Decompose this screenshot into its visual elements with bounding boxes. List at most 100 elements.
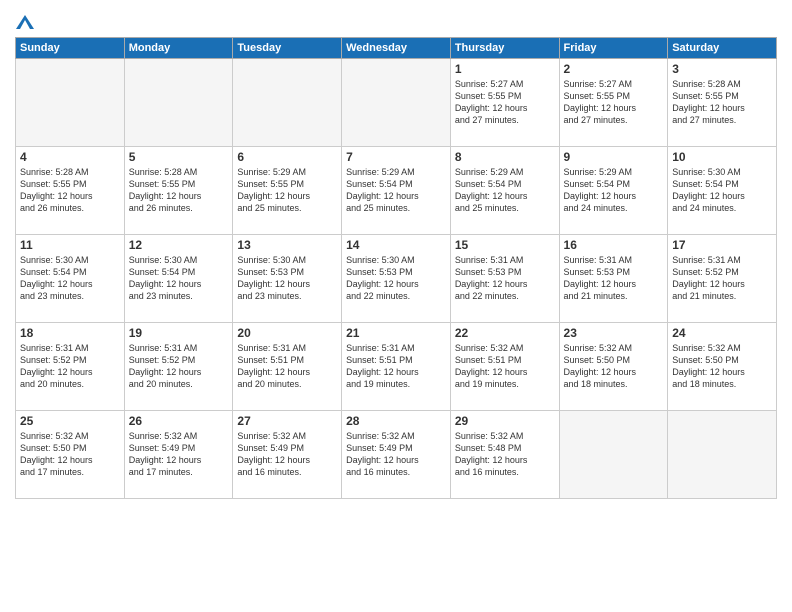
- calendar-cell: 17Sunrise: 5:31 AM Sunset: 5:52 PM Dayli…: [668, 234, 777, 322]
- day-number: 1: [455, 62, 555, 76]
- calendar-cell: 1 Sunrise: 5:27 AM Sunset: 5:55 PM Daylig…: [450, 58, 559, 146]
- calendar-cell: 21 Sunrise: 5:31 AM Sunset: 5:51 PM Dayli…: [342, 322, 451, 410]
- calendar-cell: 22Sunrise: 5:32 AM Sunset: 5:51 PM Dayli…: [450, 322, 559, 410]
- day-number: 6: [237, 150, 337, 164]
- calendar-cell: 29Sunrise: 5:32 AM Sunset: 5:48 PM Dayli…: [450, 410, 559, 498]
- day-info: Sunrise: 5:30 AM Sunset: 5:54 PM Dayligh…: [20, 254, 120, 303]
- calendar-cell: 15Sunrise: 5:31 AM Sunset: 5:53 PM Dayli…: [450, 234, 559, 322]
- calendar-cell: 9 Sunrise: 5:29 AM Sunset: 5:54 PM Daylig…: [559, 146, 668, 234]
- day-number: 4: [20, 150, 120, 164]
- weekday-header-wednesday: Wednesday: [342, 37, 451, 58]
- day-info: Sunrise: 5:31 AM Sunset: 5:52 PM Dayligh…: [20, 342, 120, 391]
- calendar-cell: 6 Sunrise: 5:29 AM Sunset: 5:55 PM Daylig…: [233, 146, 342, 234]
- day-number: 24: [672, 326, 772, 340]
- calendar-cell: 14Sunrise: 5:30 AM Sunset: 5:53 PM Dayli…: [342, 234, 451, 322]
- day-number: 28: [346, 414, 446, 428]
- page-container: SundayMondayTuesdayWednesdayThursdayFrid…: [0, 0, 792, 509]
- calendar-cell: [342, 58, 451, 146]
- calendar-cell: 8 Sunrise: 5:29 AM Sunset: 5:54 PM Daylig…: [450, 146, 559, 234]
- week-row-1: 4 Sunrise: 5:28 AM Sunset: 5:55 PM Daylig…: [16, 146, 777, 234]
- day-info: Sunrise: 5:32 AM Sunset: 5:49 PM Dayligh…: [237, 430, 337, 479]
- day-number: 21: [346, 326, 446, 340]
- day-number: 18: [20, 326, 120, 340]
- day-number: 26: [129, 414, 229, 428]
- calendar-cell: 16 Sunrise: 5:31 AM Sunset: 5:53 PM Dayli…: [559, 234, 668, 322]
- day-number: 27: [237, 414, 337, 428]
- week-row-4: 25 Sunrise: 5:32 AM Sunset: 5:50 PM Dayli…: [16, 410, 777, 498]
- day-info: Sunrise: 5:29 AM Sunset: 5:54 PM Dayligh…: [346, 166, 446, 215]
- day-info: Sunrise: 5:29 AM Sunset: 5:55 PM Dayligh…: [237, 166, 337, 215]
- weekday-header-row: SundayMondayTuesdayWednesdayThursdayFrid…: [16, 37, 777, 58]
- logo-icon: [16, 15, 34, 29]
- week-row-0: 1 Sunrise: 5:27 AM Sunset: 5:55 PM Daylig…: [16, 58, 777, 146]
- calendar-cell: 18 Sunrise: 5:31 AM Sunset: 5:52 PM Dayli…: [16, 322, 125, 410]
- calendar-cell: 12 Sunrise: 5:30 AM Sunset: 5:54 PM Dayli…: [124, 234, 233, 322]
- day-info: Sunrise: 5:32 AM Sunset: 5:51 PM Dayligh…: [455, 342, 555, 391]
- day-number: 17: [672, 238, 772, 252]
- calendar-cell: 25 Sunrise: 5:32 AM Sunset: 5:50 PM Dayli…: [16, 410, 125, 498]
- week-row-3: 18 Sunrise: 5:31 AM Sunset: 5:52 PM Dayli…: [16, 322, 777, 410]
- calendar-cell: 13 Sunrise: 5:30 AM Sunset: 5:53 PM Dayli…: [233, 234, 342, 322]
- day-number: 3: [672, 62, 772, 76]
- day-info: Sunrise: 5:31 AM Sunset: 5:51 PM Dayligh…: [346, 342, 446, 391]
- logo: [15, 14, 34, 31]
- calendar-cell: [668, 410, 777, 498]
- day-info: Sunrise: 5:27 AM Sunset: 5:55 PM Dayligh…: [564, 78, 664, 127]
- header: [15, 10, 777, 31]
- calendar-cell: [124, 58, 233, 146]
- calendar-cell: 2 Sunrise: 5:27 AM Sunset: 5:55 PM Daylig…: [559, 58, 668, 146]
- calendar-cell: 20Sunrise: 5:31 AM Sunset: 5:51 PM Dayli…: [233, 322, 342, 410]
- day-info: Sunrise: 5:30 AM Sunset: 5:53 PM Dayligh…: [346, 254, 446, 303]
- day-number: 25: [20, 414, 120, 428]
- weekday-header-saturday: Saturday: [668, 37, 777, 58]
- day-info: Sunrise: 5:29 AM Sunset: 5:54 PM Dayligh…: [455, 166, 555, 215]
- day-info: Sunrise: 5:32 AM Sunset: 5:50 PM Dayligh…: [20, 430, 120, 479]
- calendar-cell: 5 Sunrise: 5:28 AM Sunset: 5:55 PM Daylig…: [124, 146, 233, 234]
- day-info: Sunrise: 5:31 AM Sunset: 5:53 PM Dayligh…: [564, 254, 664, 303]
- day-info: Sunrise: 5:32 AM Sunset: 5:50 PM Dayligh…: [564, 342, 664, 391]
- week-row-2: 11Sunrise: 5:30 AM Sunset: 5:54 PM Dayli…: [16, 234, 777, 322]
- day-info: Sunrise: 5:28 AM Sunset: 5:55 PM Dayligh…: [20, 166, 120, 215]
- day-number: 23: [564, 326, 664, 340]
- day-info: Sunrise: 5:31 AM Sunset: 5:51 PM Dayligh…: [237, 342, 337, 391]
- weekday-header-friday: Friday: [559, 37, 668, 58]
- day-number: 2: [564, 62, 664, 76]
- day-info: Sunrise: 5:28 AM Sunset: 5:55 PM Dayligh…: [672, 78, 772, 127]
- calendar-cell: [233, 58, 342, 146]
- day-number: 5: [129, 150, 229, 164]
- calendar-cell: 11Sunrise: 5:30 AM Sunset: 5:54 PM Dayli…: [16, 234, 125, 322]
- day-number: 13: [237, 238, 337, 252]
- day-info: Sunrise: 5:30 AM Sunset: 5:53 PM Dayligh…: [237, 254, 337, 303]
- weekday-header-monday: Monday: [124, 37, 233, 58]
- calendar-cell: 19Sunrise: 5:31 AM Sunset: 5:52 PM Dayli…: [124, 322, 233, 410]
- day-info: Sunrise: 5:32 AM Sunset: 5:48 PM Dayligh…: [455, 430, 555, 479]
- day-info: Sunrise: 5:32 AM Sunset: 5:49 PM Dayligh…: [129, 430, 229, 479]
- day-number: 9: [564, 150, 664, 164]
- day-info: Sunrise: 5:30 AM Sunset: 5:54 PM Dayligh…: [129, 254, 229, 303]
- weekday-header-tuesday: Tuesday: [233, 37, 342, 58]
- calendar-cell: 26 Sunrise: 5:32 AM Sunset: 5:49 PM Dayli…: [124, 410, 233, 498]
- calendar-cell: 24 Sunrise: 5:32 AM Sunset: 5:50 PM Dayli…: [668, 322, 777, 410]
- day-number: 12: [129, 238, 229, 252]
- day-info: Sunrise: 5:30 AM Sunset: 5:54 PM Dayligh…: [672, 166, 772, 215]
- day-number: 7: [346, 150, 446, 164]
- day-number: 16: [564, 238, 664, 252]
- day-info: Sunrise: 5:29 AM Sunset: 5:54 PM Dayligh…: [564, 166, 664, 215]
- weekday-header-thursday: Thursday: [450, 37, 559, 58]
- day-number: 8: [455, 150, 555, 164]
- calendar-cell: 23 Sunrise: 5:32 AM Sunset: 5:50 PM Dayli…: [559, 322, 668, 410]
- day-info: Sunrise: 5:32 AM Sunset: 5:49 PM Dayligh…: [346, 430, 446, 479]
- calendar-cell: 10 Sunrise: 5:30 AM Sunset: 5:54 PM Dayli…: [668, 146, 777, 234]
- calendar-cell: 27 Sunrise: 5:32 AM Sunset: 5:49 PM Dayli…: [233, 410, 342, 498]
- day-info: Sunrise: 5:27 AM Sunset: 5:55 PM Dayligh…: [455, 78, 555, 127]
- day-info: Sunrise: 5:28 AM Sunset: 5:55 PM Dayligh…: [129, 166, 229, 215]
- day-info: Sunrise: 5:32 AM Sunset: 5:50 PM Dayligh…: [672, 342, 772, 391]
- logo-text: [15, 14, 34, 31]
- calendar-cell: [16, 58, 125, 146]
- day-info: Sunrise: 5:31 AM Sunset: 5:53 PM Dayligh…: [455, 254, 555, 303]
- calendar-table: SundayMondayTuesdayWednesdayThursdayFrid…: [15, 37, 777, 499]
- calendar-cell: 3 Sunrise: 5:28 AM Sunset: 5:55 PM Daylig…: [668, 58, 777, 146]
- calendar-cell: 4 Sunrise: 5:28 AM Sunset: 5:55 PM Daylig…: [16, 146, 125, 234]
- day-number: 10: [672, 150, 772, 164]
- weekday-header-sunday: Sunday: [16, 37, 125, 58]
